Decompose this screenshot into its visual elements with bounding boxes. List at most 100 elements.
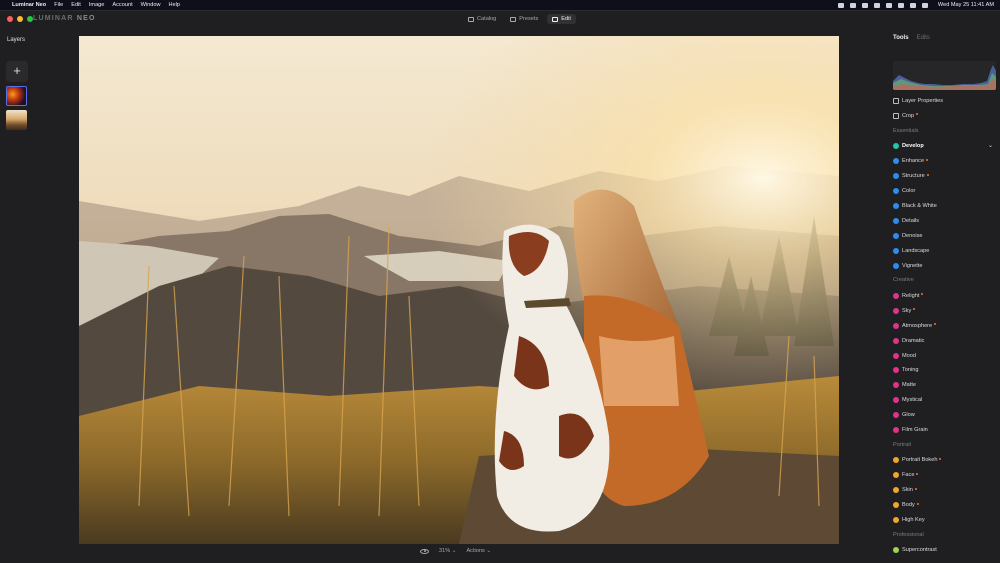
tool-label: Enhance — [902, 158, 925, 165]
tool-mood[interactable]: Mood — [893, 350, 997, 362]
search-icon[interactable] — [909, 2, 916, 8]
tool-black-and-white[interactable]: Black & White — [893, 200, 997, 212]
chevron-down-icon: ⌄ — [987, 143, 993, 150]
modified-indicator — [913, 308, 916, 311]
tool-label: Landscape — [902, 247, 930, 254]
photo-image — [79, 36, 839, 544]
logo-text: LUMINAR — [33, 15, 74, 22]
tool-label: Film Grain — [902, 427, 928, 433]
battery-icon[interactable] — [885, 2, 892, 8]
section-essentials: Essentials — [893, 127, 919, 134]
supercontrast-icon — [893, 547, 899, 554]
app-window: LUMINAR NEO Catalog Presets Edit Layers … — [0, 10, 1000, 563]
logo-suffix: NEO — [76, 15, 96, 22]
zoom-control[interactable]: 31% ⌄ — [439, 548, 456, 554]
modified-indicator — [916, 113, 919, 116]
tool-details[interactable]: Details — [893, 215, 997, 227]
layers-title: Layers — [7, 37, 26, 43]
tool-face[interactable]: Face — [893, 469, 997, 481]
minimize-window-button[interactable] — [17, 16, 23, 22]
matte-icon — [893, 382, 899, 389]
photo-canvas[interactable] — [79, 36, 839, 544]
tool-skin[interactable]: Skin — [893, 484, 997, 496]
status-app-icon[interactable] — [837, 2, 844, 8]
tool-denoise[interactable]: Denoise — [893, 230, 997, 242]
tool-dramatic[interactable]: Dramatic — [893, 335, 997, 347]
tool-toning[interactable]: Toning — [893, 364, 997, 376]
tool-film-grain[interactable]: Film Grain — [893, 424, 997, 436]
tool-layer-properties[interactable]: Layer Properties — [893, 95, 997, 107]
tool-develop[interactable]: Develop ⌄ — [893, 140, 997, 152]
tool-vignette[interactable]: Vignette — [893, 260, 997, 272]
tool-sky[interactable]: Sky — [893, 305, 997, 317]
menu-app-name[interactable]: Luminar Neo — [12, 2, 46, 8]
crop-icon — [893, 112, 899, 119]
menu-account[interactable]: Account — [112, 2, 132, 8]
tool-structure[interactable]: Structure — [893, 170, 997, 182]
status-app-icon[interactable] — [861, 2, 868, 8]
layers-icon — [893, 98, 899, 104]
tool-atmosphere[interactable]: Atmosphere — [893, 320, 997, 332]
tool-relight[interactable]: Relight — [893, 290, 997, 302]
menu-help[interactable]: Help — [169, 2, 181, 8]
tool-color[interactable]: Color — [893, 185, 997, 197]
tab-edits[interactable]: Edits — [917, 35, 930, 41]
color-icon — [893, 188, 899, 194]
actions-label: Actions — [466, 548, 485, 554]
section-creative: Creative — [893, 277, 914, 284]
add-layer-button[interactable]: + — [6, 61, 28, 82]
high-key-icon — [893, 517, 899, 523]
tool-label: High Key — [902, 517, 925, 523]
tool-mystical[interactable]: Mystical — [893, 394, 997, 406]
tool-high-key[interactable]: High Key — [893, 514, 997, 526]
tab-tools[interactable]: Tools — [893, 35, 909, 41]
tool-supercontrast[interactable]: Supercontrast — [893, 544, 997, 556]
mystical-icon — [893, 397, 899, 404]
tool-landscape[interactable]: Landscape — [893, 245, 997, 257]
tool-crop[interactable]: Crop — [893, 110, 997, 122]
tab-catalog[interactable]: Catalog — [463, 14, 501, 24]
tool-enhance[interactable]: Enhance — [893, 155, 997, 167]
preview-eye-icon[interactable] — [420, 548, 429, 554]
tab-presets[interactable]: Presets — [505, 14, 543, 24]
folder-icon — [468, 16, 474, 22]
tool-label: Vignette — [902, 262, 923, 269]
chevron-down-icon: ⌄ — [486, 548, 492, 554]
wifi-icon[interactable] — [897, 2, 904, 8]
menu-edit[interactable]: Edit — [71, 2, 81, 8]
portrait-bokeh-icon — [893, 457, 899, 464]
structure-icon — [893, 173, 899, 180]
tool-portrait-bokeh[interactable]: Portrait Bokeh — [893, 454, 997, 466]
tool-label: Color — [902, 188, 916, 194]
close-window-button[interactable] — [7, 16, 13, 22]
layer-thumbnail-2[interactable] — [6, 110, 27, 130]
body-icon — [893, 502, 899, 509]
layer-thumbnail-1[interactable] — [6, 86, 27, 106]
tool-body[interactable]: Body — [893, 499, 997, 511]
window-controls — [7, 16, 33, 22]
tab-edit[interactable]: Edit — [547, 14, 576, 24]
tool-label: Body — [902, 502, 915, 509]
bluetooth-icon[interactable] — [873, 2, 880, 8]
tool-label: Mood — [902, 352, 916, 359]
tool-matte[interactable]: Matte — [893, 379, 997, 391]
sliders-icon — [552, 16, 559, 22]
modified-indicator — [921, 293, 924, 296]
actions-menu[interactable]: Actions ⌄ — [466, 548, 491, 554]
black-and-white-icon — [893, 202, 899, 209]
control-center-icon[interactable] — [921, 2, 928, 8]
menu-window[interactable]: Window — [141, 2, 161, 8]
status-app-icon[interactable] — [849, 2, 856, 8]
presets-icon — [510, 16, 517, 22]
modified-indicator — [926, 173, 929, 176]
menu-file[interactable]: File — [54, 2, 63, 8]
menu-image[interactable]: Image — [89, 2, 105, 8]
tool-label: Details — [902, 217, 920, 224]
tab-edit-label: Edit — [561, 16, 571, 22]
tool-label: Black & White — [902, 202, 937, 209]
face-icon — [893, 472, 899, 479]
tool-label: Layer Properties — [902, 98, 944, 104]
tool-glow[interactable]: Glow — [893, 409, 997, 421]
menu-clock[interactable]: Wed May 25 11:41 AM — [938, 2, 994, 8]
dramatic-icon — [893, 337, 899, 344]
